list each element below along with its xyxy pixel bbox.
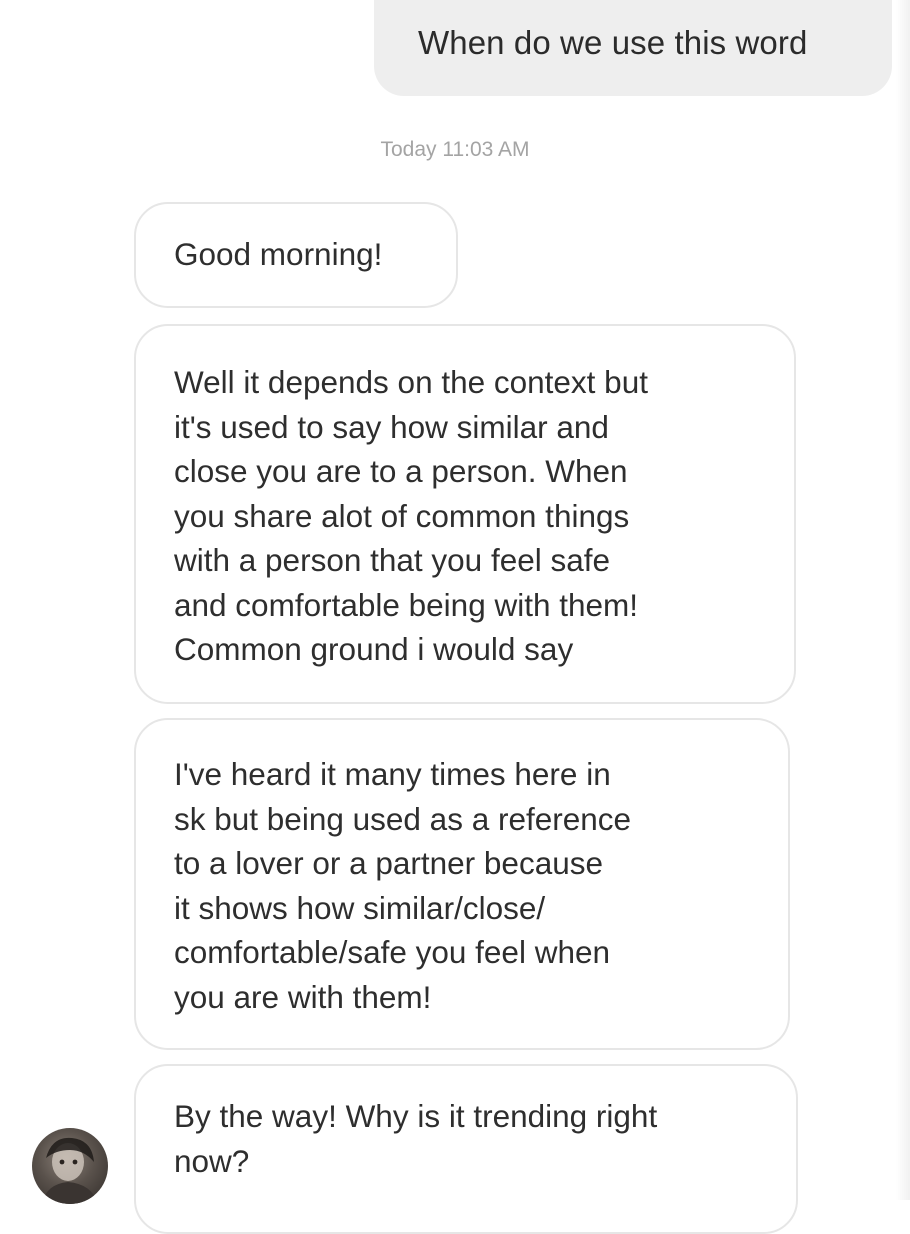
received-message-bubble-2[interactable]: Well it depends on the context but it's …	[134, 324, 796, 704]
received-message-bubble-1[interactable]: Good morning!	[134, 202, 458, 308]
message-timestamp: Today 11:03 AM	[380, 138, 530, 161]
sent-message-text: When do we use this word	[418, 24, 808, 61]
received-message-text-1: Good morning!	[174, 236, 383, 272]
received-message-bubble-4[interactable]: By the way! Why is it trending right now…	[134, 1064, 798, 1234]
received-message-bubble-3[interactable]: I've heard it many times here in sk but …	[134, 718, 790, 1050]
scroll-edge	[896, 0, 910, 1200]
chat-thread: When do we use this word Today 11:03 AM …	[0, 0, 910, 1234]
received-message-text-2: Well it depends on the context but it's …	[174, 364, 648, 667]
received-message-text-3: I've heard it many times here in sk but …	[174, 756, 632, 1015]
received-message-text-4: By the way! Why is it trending right now…	[174, 1098, 658, 1179]
sent-message-bubble[interactable]: When do we use this word	[374, 0, 892, 96]
sender-avatar[interactable]	[32, 1128, 108, 1204]
profile-photo-icon	[42, 1137, 98, 1204]
